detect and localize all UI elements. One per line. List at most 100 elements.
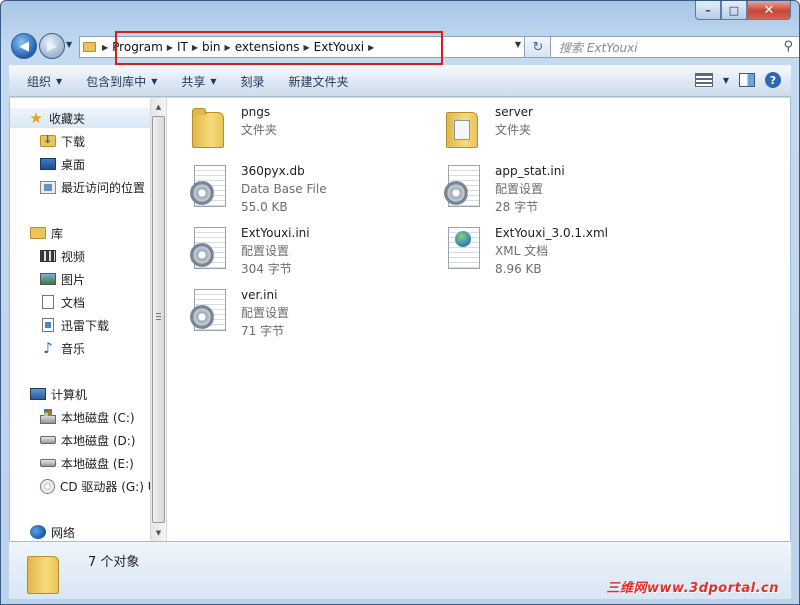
sidebar-item-label: 下载 bbox=[61, 134, 86, 149]
sidebar-item-label: 最近访问的位置 bbox=[61, 180, 146, 195]
file-size: 71 字节 bbox=[241, 324, 285, 338]
file-size: 28 字节 bbox=[495, 200, 539, 214]
file-name: 360pyx.db bbox=[241, 164, 305, 178]
file-item[interactable]: 360pyx.db Data Base File 55.0 KB bbox=[188, 161, 428, 217]
share-label: 共享 bbox=[181, 74, 206, 89]
scrollbar-thumb[interactable] bbox=[152, 116, 165, 523]
sidebar-item-label: 本地磁盘 (C:) bbox=[61, 410, 135, 425]
sidebar-item-thunder[interactable]: 迅雷下载 bbox=[10, 315, 150, 335]
forward-button[interactable]: ▶ bbox=[39, 33, 65, 59]
file-type: XML 文档 bbox=[495, 244, 549, 258]
system-drive-icon bbox=[40, 408, 56, 424]
file-type: 配置设置 bbox=[241, 306, 290, 320]
file-item[interactable]: server 文件夹 bbox=[442, 102, 682, 158]
settings-file-icon bbox=[442, 161, 486, 209]
hard-drive-icon bbox=[40, 459, 56, 467]
organize-label: 组织 bbox=[27, 74, 52, 89]
close-button[interactable]: ✕ bbox=[747, 1, 791, 20]
sidebar-item-label: 桌面 bbox=[61, 157, 86, 172]
file-type: 文件夹 bbox=[495, 123, 532, 137]
file-item[interactable]: pngs 文件夹 bbox=[188, 102, 428, 158]
file-size: 8.96 KB bbox=[495, 262, 542, 276]
library-icon bbox=[30, 227, 46, 239]
minimize-button[interactable]: – bbox=[695, 1, 721, 20]
hard-drive-icon bbox=[40, 436, 56, 444]
file-name: ver.ini bbox=[241, 288, 278, 302]
new-folder-label: 新建文件夹 bbox=[288, 74, 349, 89]
address-dropdown-icon[interactable]: ▼ bbox=[515, 40, 521, 49]
burn-label: 刻录 bbox=[240, 74, 265, 89]
sidebar-item-label: 本地磁盘 (D:) bbox=[61, 433, 136, 448]
file-item[interactable]: ExtYouxi_3.0.1.xml XML 文档 8.96 KB bbox=[442, 223, 682, 279]
item-count: 7 个对象 bbox=[88, 555, 140, 570]
sidebar-item-desktop[interactable]: 桌面 bbox=[10, 154, 150, 174]
recent-pages-dropdown[interactable]: ▼ bbox=[66, 40, 72, 49]
search-placeholder: 搜索 ExtYouxi bbox=[559, 40, 638, 55]
sidebar-item-cd-drive[interactable]: CD 驱动器 (G:) U bbox=[10, 476, 150, 496]
organize-button[interactable]: 组织 ▼ bbox=[27, 73, 62, 90]
file-name: pngs bbox=[241, 105, 271, 119]
back-button[interactable]: ◀ bbox=[11, 33, 37, 59]
share-button[interactable]: 共享 ▼ bbox=[181, 73, 216, 90]
sidebar-item-downloads[interactable]: 下载 bbox=[10, 131, 150, 151]
sidebar-item-drive-e[interactable]: 本地磁盘 (E:) bbox=[10, 453, 150, 473]
sidebar-item-videos[interactable]: 视频 bbox=[10, 246, 150, 266]
sidebar-item-music[interactable]: ♪ 音乐 bbox=[10, 338, 150, 358]
scroll-down-icon[interactable]: ▼ bbox=[151, 524, 166, 541]
sidebar-item-recent[interactable]: 最近访问的位置 bbox=[10, 177, 150, 197]
search-input[interactable]: 搜索 ExtYouxi ⚲ bbox=[550, 36, 799, 58]
sidebar-item-label: 本地磁盘 (E:) bbox=[61, 456, 134, 471]
navigation-scrollbar[interactable]: ▲ ▼ bbox=[150, 98, 167, 541]
view-options-icon[interactable] bbox=[694, 73, 713, 87]
download-folder-icon bbox=[40, 133, 56, 147]
help-icon[interactable]: ? bbox=[765, 72, 781, 88]
sidebar-item-favorites[interactable]: ★ 收藏夹 bbox=[10, 108, 150, 128]
sidebar-item-label: 文档 bbox=[61, 295, 86, 310]
network-icon bbox=[30, 525, 46, 539]
view-dropdown-icon[interactable]: ▼ bbox=[723, 76, 729, 85]
watermark: 三维网www.3dportal.cn bbox=[606, 581, 779, 596]
sidebar-item-label: 音乐 bbox=[61, 341, 86, 356]
sidebar-item-label: 计算机 bbox=[51, 387, 88, 402]
file-name: app_stat.ini bbox=[495, 164, 565, 178]
file-name: server bbox=[495, 105, 533, 119]
cd-drive-icon bbox=[40, 478, 55, 494]
sidebar-item-pictures[interactable]: 图片 bbox=[10, 269, 150, 289]
file-item[interactable]: ver.ini 配置设置 71 字节 bbox=[188, 285, 428, 341]
address-highlight-box bbox=[115, 31, 443, 65]
explorer-window: – □ ✕ ◀ ▶ ▼ ▶ Program ▶ IT ▶ bin ▶ exten… bbox=[0, 0, 800, 605]
sidebar-item-label: 视频 bbox=[61, 249, 86, 264]
search-icon[interactable]: ⚲ bbox=[783, 39, 793, 54]
sidebar-item-computer[interactable]: 计算机 bbox=[10, 384, 150, 404]
sidebar-item-libraries[interactable]: 库 bbox=[10, 223, 150, 243]
chevron-down-icon: ▼ bbox=[56, 76, 63, 86]
file-item[interactable]: ExtYouxi.ini 配置设置 304 字节 bbox=[188, 223, 428, 279]
new-folder-button[interactable]: 新建文件夹 bbox=[289, 73, 349, 90]
file-type: 文件夹 bbox=[241, 123, 278, 137]
file-name: ExtYouxi_3.0.1.xml bbox=[495, 226, 608, 240]
document-icon bbox=[42, 295, 54, 309]
settings-file-icon bbox=[188, 161, 232, 209]
sidebar-item-drive-c[interactable]: 本地磁盘 (C:) bbox=[10, 407, 150, 427]
maximize-button[interactable]: □ bbox=[721, 1, 747, 20]
file-type: 配置设置 bbox=[241, 244, 290, 258]
file-type: Data Base File bbox=[241, 182, 327, 196]
chevron-down-icon: ▼ bbox=[210, 76, 217, 86]
thunder-download-icon bbox=[42, 318, 54, 332]
file-item[interactable]: app_stat.ini 配置设置 28 字节 bbox=[442, 161, 682, 217]
chevron-right-icon[interactable]: ▶ bbox=[98, 43, 112, 52]
refresh-button[interactable]: ↻ bbox=[524, 36, 552, 58]
sidebar-item-documents[interactable]: 文档 bbox=[10, 292, 150, 312]
preview-pane-icon[interactable] bbox=[739, 73, 755, 87]
chevron-down-icon: ▼ bbox=[151, 76, 158, 86]
sidebar-item-network[interactable]: 网络 bbox=[10, 522, 150, 541]
scroll-up-icon[interactable]: ▲ bbox=[151, 98, 166, 115]
settings-file-icon bbox=[188, 223, 232, 271]
sidebar-item-drive-d[interactable]: 本地磁盘 (D:) bbox=[10, 430, 150, 450]
burn-button[interactable]: 刻录 bbox=[241, 73, 265, 90]
file-type: 配置设置 bbox=[495, 182, 544, 196]
xml-file-icon bbox=[442, 223, 486, 271]
include-library-button[interactable]: 包含到库中 ▼ bbox=[86, 73, 157, 90]
view-controls: ▼ ? bbox=[694, 72, 781, 88]
folder-server-icon bbox=[442, 102, 486, 150]
